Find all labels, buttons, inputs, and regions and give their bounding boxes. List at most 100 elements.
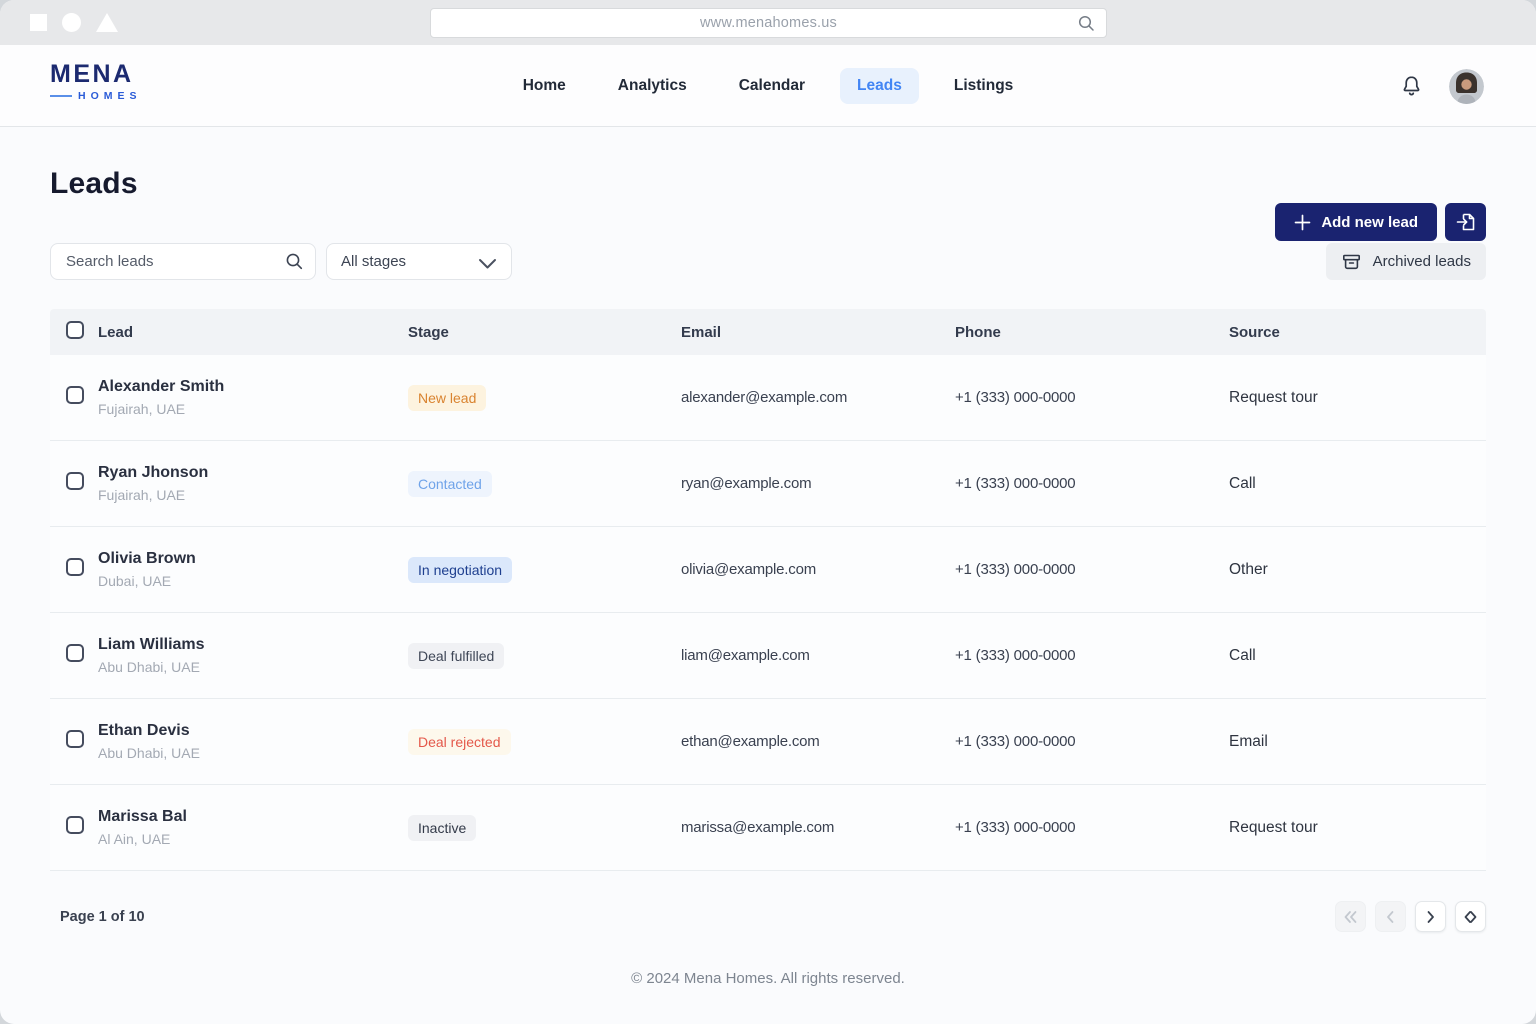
lead-phone: +1 (333) 000-0000 xyxy=(955,819,1076,836)
file-import-icon xyxy=(1454,210,1478,234)
column-header-email: Email xyxy=(681,323,722,341)
lead-location: Al Ain, UAE xyxy=(98,831,171,847)
add-new-lead-label: Add new lead xyxy=(1321,213,1418,231)
column-header-phone: Phone xyxy=(955,323,1001,341)
page-indicator: Page 1 of 10 xyxy=(60,908,145,925)
nav-item-label: Calendar xyxy=(738,77,806,94)
row-checkbox[interactable] xyxy=(66,816,84,834)
table-row: Marissa Bal Al Ain, UAE Inactive marissa… xyxy=(50,785,1486,871)
page-title: Leads xyxy=(50,167,138,200)
lead-name: Marissa Bal xyxy=(98,808,187,825)
lead-location: Dubai, UAE xyxy=(98,573,172,589)
lead-name: Liam Williams xyxy=(98,636,205,653)
lead-location: Abu Dhabi, UAE xyxy=(98,659,200,675)
stage-badge: Deal rejected xyxy=(408,728,511,755)
lead-source: Email xyxy=(1229,732,1268,750)
nav-item-label: Analytics xyxy=(617,77,687,94)
table-row: Ryan Jhonson Fujairah, UAE Contacted rya… xyxy=(50,441,1486,527)
notification-bell-icon[interactable] xyxy=(1400,74,1423,98)
stage-badge: New lead xyxy=(408,384,487,411)
lead-location: Fujairah, UAE xyxy=(98,487,186,503)
lead-email: alexander@example.com xyxy=(681,389,848,406)
nav-item-label: Home xyxy=(522,77,566,94)
stage-filter-select[interactable]: All stages xyxy=(326,243,512,280)
window-controls xyxy=(30,0,118,45)
next-page-button[interactable] xyxy=(1415,901,1446,932)
url-search-icon[interactable] xyxy=(1077,14,1096,38)
chevron-down-icon xyxy=(478,257,497,274)
add-new-lead-button[interactable]: Add new lead xyxy=(1275,203,1437,241)
stage-badge: Deal fulfilled xyxy=(408,642,505,669)
lead-source: Call xyxy=(1229,646,1256,664)
copyright-text: © 2024 Mena Homes. All rights reserved. xyxy=(631,970,905,987)
column-header-lead: Lead xyxy=(98,323,134,341)
nav-item-home[interactable]: Home xyxy=(506,68,583,104)
lead-phone: +1 (333) 000-0000 xyxy=(955,389,1076,406)
browser-window: www.menahomes.us MENA HOMES Home Analytic… xyxy=(0,0,1536,1024)
stage-badge: Inactive xyxy=(408,814,477,841)
address-bar[interactable]: www.menahomes.us xyxy=(430,8,1107,38)
lead-source: Request tour xyxy=(1229,818,1318,836)
archive-box-icon xyxy=(1341,252,1362,272)
stage-badge: In negotiation xyxy=(408,556,513,583)
lead-source: Other xyxy=(1229,560,1268,578)
nav-item-analytics[interactable]: Analytics xyxy=(601,68,704,104)
nav-item-label: Leads xyxy=(857,77,902,94)
pagination-bar: Page 1 of 10 xyxy=(50,901,1486,932)
archived-leads-label: Archived leads xyxy=(1372,253,1471,270)
lead-name: Alexander Smith xyxy=(98,378,225,395)
browser-chrome: www.menahomes.us xyxy=(0,0,1536,45)
lead-email: marissa@example.com xyxy=(681,819,835,836)
table-row: Olivia Brown Dubai, UAE In negotiation o… xyxy=(50,527,1486,613)
lead-name: Ryan Jhonson xyxy=(98,464,209,481)
site-header: MENA HOMES Home Analytics Calendar Leads Lis… xyxy=(0,45,1536,127)
lead-location: Fujairah, UAE xyxy=(98,401,186,417)
nav-item-listings[interactable]: Listings xyxy=(937,68,1030,104)
lead-email: liam@example.com xyxy=(681,647,810,664)
lead-email: olivia@example.com xyxy=(681,561,817,578)
column-header-source: Source xyxy=(1229,323,1280,341)
stage-badge: Contacted xyxy=(408,470,492,497)
lead-source: Call xyxy=(1229,474,1256,492)
lead-source: Request tour xyxy=(1229,388,1318,406)
leads-table: Lead Stage Email Phone Source Alexander … xyxy=(50,309,1486,871)
nav-item-label: Listings xyxy=(953,77,1014,94)
lead-location: Abu Dhabi, UAE xyxy=(98,745,200,761)
window-circle-icon xyxy=(62,13,81,32)
table-header-row: Lead Stage Email Phone Source xyxy=(50,309,1486,355)
url-text: www.menahomes.us xyxy=(700,15,837,31)
plus-icon xyxy=(1294,214,1311,231)
archived-leads-button[interactable]: Archived leads xyxy=(1325,243,1486,280)
select-all-checkbox[interactable] xyxy=(66,321,84,339)
row-checkbox[interactable] xyxy=(66,730,84,748)
search-leads-box xyxy=(50,243,316,280)
search-icon xyxy=(285,252,304,276)
previous-page-button[interactable] xyxy=(1375,901,1406,932)
stage-filter-value: All stages xyxy=(341,253,407,270)
row-checkbox[interactable] xyxy=(66,558,84,576)
row-checkbox[interactable] xyxy=(66,386,84,404)
lead-name: Ethan Devis xyxy=(98,722,190,739)
row-checkbox[interactable] xyxy=(66,472,84,490)
user-avatar[interactable] xyxy=(1449,68,1484,104)
main-nav: Home Analytics Calendar Leads Listings xyxy=(0,45,1536,127)
nav-item-leads[interactable]: Leads xyxy=(840,68,919,104)
search-leads-input[interactable] xyxy=(50,243,316,280)
nav-item-calendar[interactable]: Calendar xyxy=(722,68,822,104)
import-leads-button[interactable] xyxy=(1445,203,1486,241)
table-row: Liam Williams Abu Dhabi, UAE Deal fulfil… xyxy=(50,613,1486,699)
lead-phone: +1 (333) 000-0000 xyxy=(955,647,1076,664)
table-body: Alexander Smith Fujairah, UAE New lead a… xyxy=(50,355,1486,871)
lead-email: ethan@example.com xyxy=(681,733,820,750)
last-page-button[interactable] xyxy=(1455,901,1486,932)
lead-phone: +1 (333) 000-0000 xyxy=(955,475,1076,492)
window-square-icon xyxy=(30,14,47,31)
column-header-stage: Stage xyxy=(408,323,449,341)
lead-phone: +1 (333) 000-0000 xyxy=(955,561,1076,578)
main-content: Leads Add new lead Search leads All stag… xyxy=(0,167,1536,987)
row-checkbox[interactable] xyxy=(66,644,84,662)
window-triangle-icon xyxy=(96,13,118,32)
first-page-button[interactable] xyxy=(1335,901,1366,932)
lead-name: Olivia Brown xyxy=(98,550,196,567)
lead-email: ryan@example.com xyxy=(681,475,812,492)
